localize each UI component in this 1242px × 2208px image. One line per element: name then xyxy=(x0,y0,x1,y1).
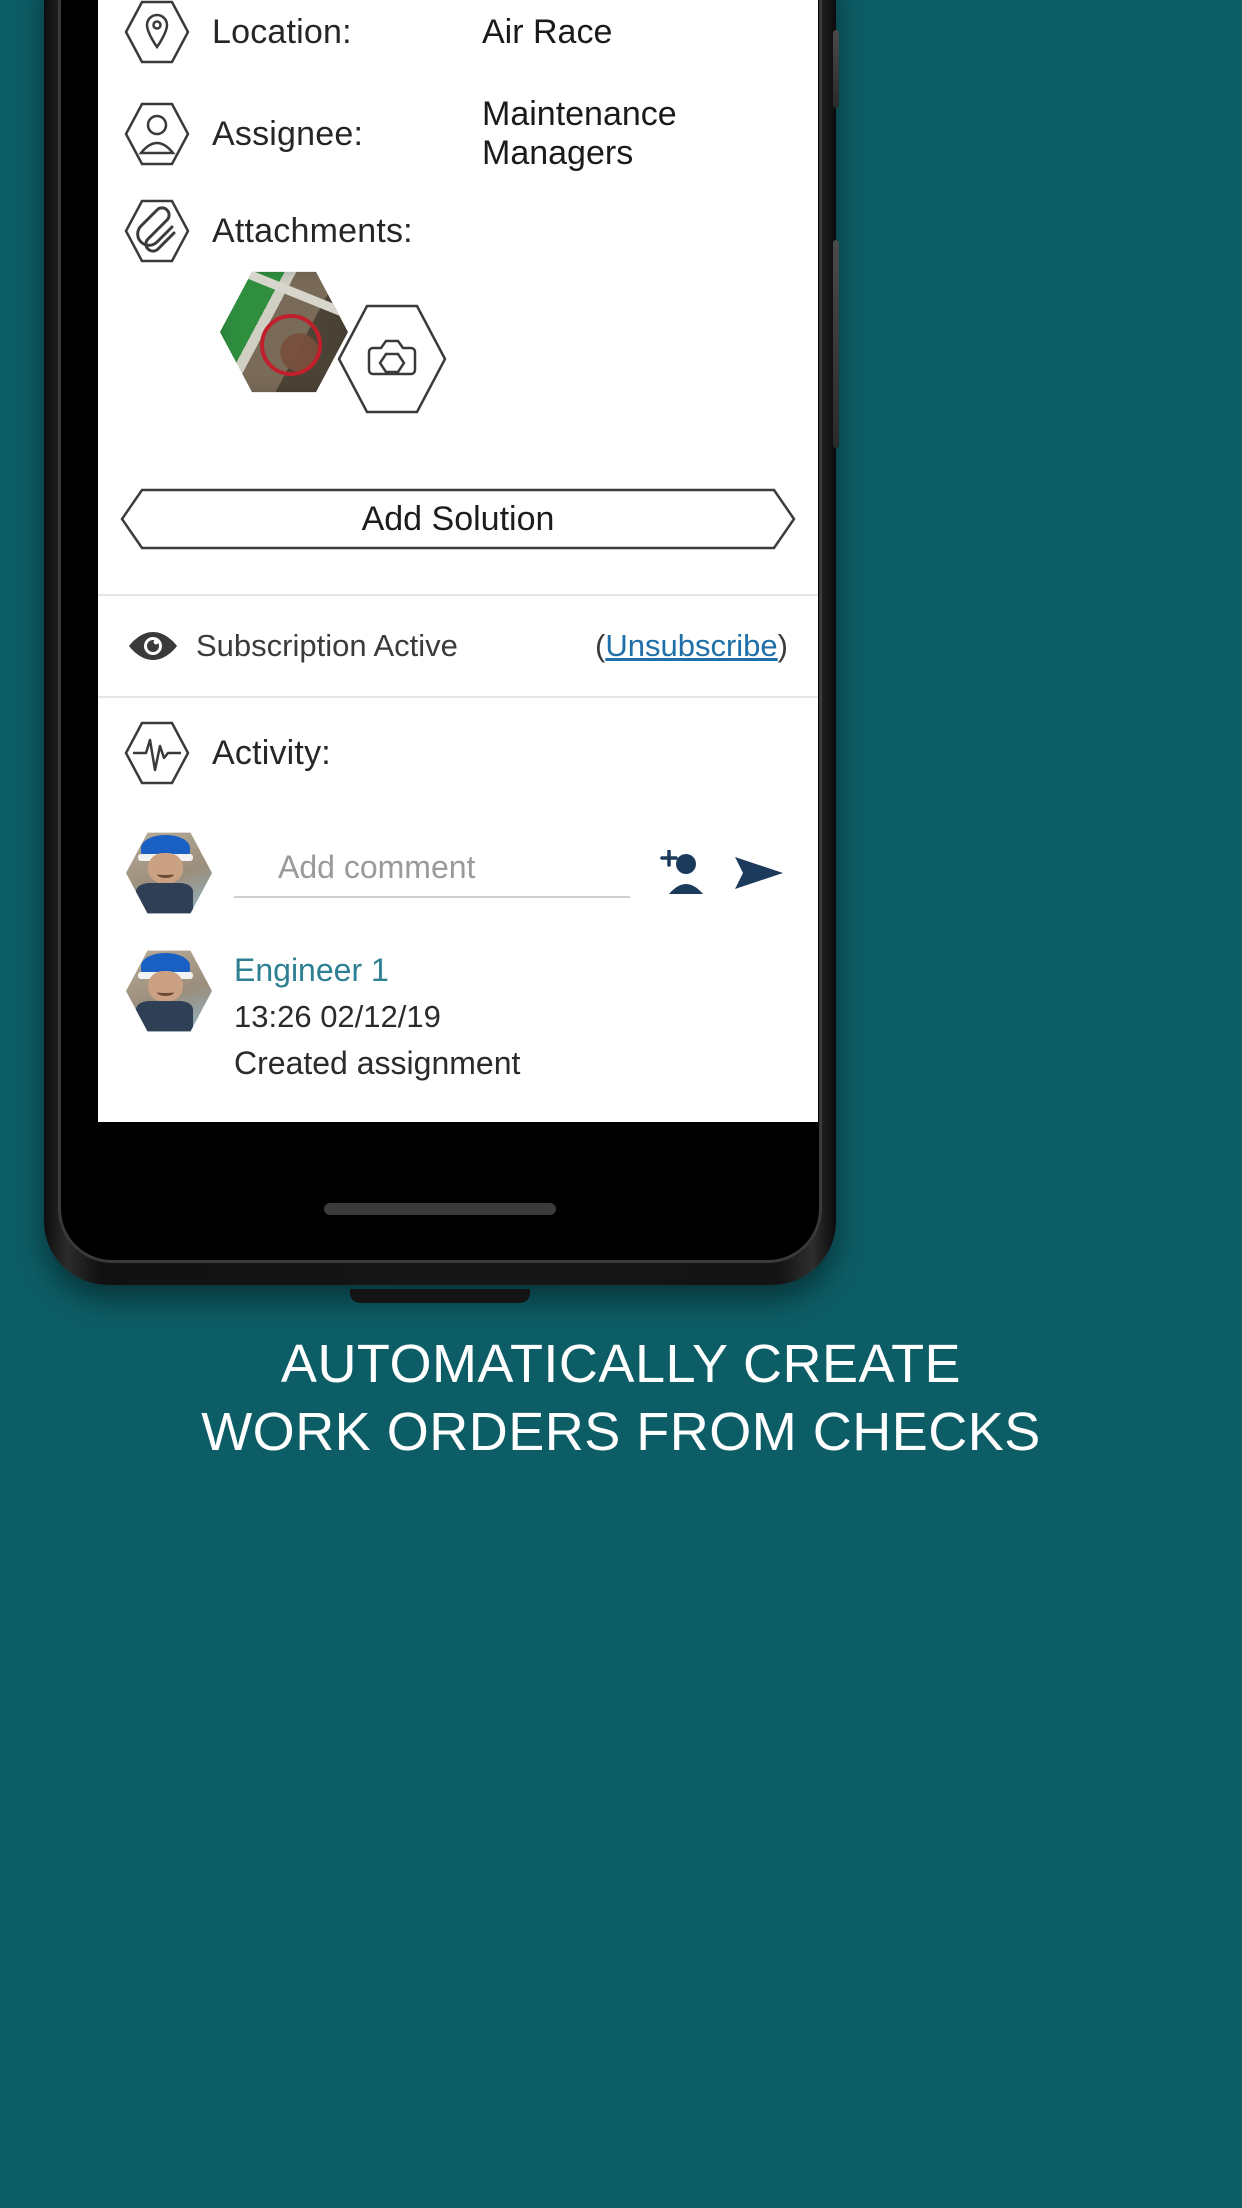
activity-entry-description: Created assignment xyxy=(234,1045,521,1081)
activity-label: Activity: xyxy=(212,733,331,772)
subscription-row: Subscription Active (Unsubscribe) xyxy=(98,596,818,696)
attachments-strip xyxy=(98,271,818,478)
attachments-label: Attachments: xyxy=(212,211,413,250)
subscription-status: Subscription Active xyxy=(196,628,458,663)
location-pin-hexagon-icon xyxy=(120,0,194,69)
phone-bezel: Priority: High priority xyxy=(58,0,822,1263)
assignee-value: Maintenance Managers xyxy=(482,95,677,172)
add-solution-wrapper: Add Solution xyxy=(98,488,818,550)
location-value: Air Race xyxy=(482,12,613,51)
activity-entry-timestamp: 13:26 02/12/19 xyxy=(234,999,441,1034)
avatar-face xyxy=(148,853,183,885)
activity-row: Activity: xyxy=(98,698,818,808)
add-solution-button[interactable]: Add Solution xyxy=(120,488,796,550)
camera-hexagon-icon[interactable] xyxy=(333,300,451,418)
attachment-photo-thumbnail[interactable] xyxy=(220,271,348,393)
pulse-hexagon-icon xyxy=(120,716,194,790)
paperclip-hexagon-icon xyxy=(120,194,194,268)
avatar-body xyxy=(136,1001,194,1032)
app-screen: Priority: High priority xyxy=(98,0,818,1122)
caption-line-2: WORK ORDERS FROM CHECKS xyxy=(201,1402,1041,1463)
volume-button[interactable] xyxy=(833,240,839,448)
activity-entry-author[interactable]: Engineer 1 xyxy=(234,952,520,989)
paren-open: ( xyxy=(595,628,606,663)
avatar xyxy=(126,950,212,1032)
photo-annotation-circle xyxy=(260,314,322,376)
unsubscribe-wrapper: (Unsubscribe) xyxy=(595,628,788,664)
send-icon[interactable] xyxy=(728,851,790,895)
promo-caption: AUTOMATICALLY CREATE WORK ORDERS FROM CH… xyxy=(0,1330,1242,1466)
paren-close: ) xyxy=(777,628,788,663)
caption-line-1: AUTOMATICALLY CREATE xyxy=(280,1334,962,1394)
add-solution-label: Add Solution xyxy=(361,499,555,538)
avatar xyxy=(126,832,212,914)
assignee-row[interactable]: Assignee: Maintenance Managers xyxy=(98,84,818,184)
add-person-icon[interactable] xyxy=(650,850,712,896)
phone-device: Priority: High priority xyxy=(44,0,839,1303)
location-row[interactable]: Location: Air Race xyxy=(98,0,818,84)
home-indicator[interactable] xyxy=(324,1203,556,1215)
assignee-label: Assignee: xyxy=(212,114,364,153)
activity-entry: Engineer 1 13:26 02/12/19 Created assign… xyxy=(98,948,818,1082)
eye-icon[interactable] xyxy=(126,629,188,663)
avatar-face xyxy=(148,971,183,1003)
person-hexagon-icon xyxy=(120,97,194,171)
phone-bottom-bevel xyxy=(350,1289,530,1303)
attachments-row: Attachments: xyxy=(98,184,818,278)
activity-entry-text: Engineer 1 13:26 02/12/19 Created assign… xyxy=(234,948,520,1082)
unsubscribe-link[interactable]: Unsubscribe xyxy=(605,628,777,663)
comment-input[interactable] xyxy=(234,848,630,898)
comment-field xyxy=(234,836,630,910)
location-label: Location: xyxy=(212,12,352,51)
avatar-body xyxy=(136,883,194,914)
power-button[interactable] xyxy=(833,30,839,108)
add-comment-row xyxy=(98,808,818,938)
